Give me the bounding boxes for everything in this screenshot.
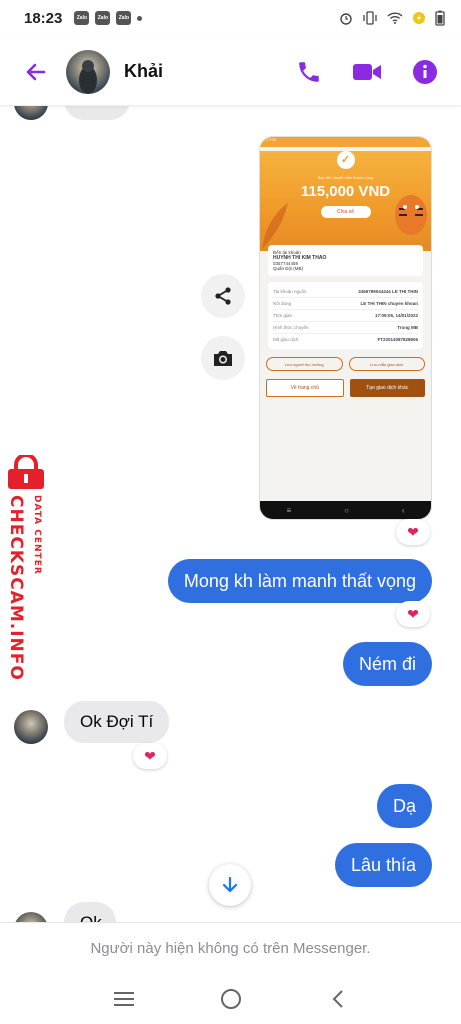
incoming-message-bubble[interactable]: Ok <box>64 902 116 922</box>
receipt-actions: Về trang chủ Tạo giao dịch khác <box>266 379 425 397</box>
menu-icon <box>113 992 134 1006</box>
more-notifications-dot <box>137 15 143 21</box>
zalo-notification-icon: Zalo <box>74 11 90 25</box>
home-circle-icon: ○ <box>344 505 349 515</box>
share-button[interactable] <box>201 274 245 318</box>
info-button[interactable] <box>409 56 441 88</box>
tiger-illustration-icon <box>395 195 427 235</box>
header-actions <box>293 56 441 88</box>
heart-reaction[interactable]: ❤ <box>133 743 167 769</box>
back-button[interactable] <box>14 50 58 94</box>
receipt-status-bar: 17:09 <box>260 137 431 147</box>
arrow-left-icon <box>26 63 46 80</box>
chevron-left-icon <box>332 990 343 1008</box>
status-time: 18:23 <box>24 9 63 27</box>
zalo-notification-icon: Zalo <box>95 11 111 25</box>
home-button[interactable] <box>211 979 251 1019</box>
camera-icon <box>214 351 232 366</box>
receipt-hero: ✓ Bạn đã chuyển tiền thành công 115,000 … <box>260 151 431 251</box>
phone-icon <box>299 61 319 82</box>
detail-row: Nội dung LE THI THIN chuyen khoan <box>273 298 418 310</box>
receipt-save-options: Lưu người thụ hưởng Lưu mẫu giao dịch <box>266 357 425 371</box>
detail-row: Hình thức chuyển Trong MB <box>273 322 418 334</box>
outgoing-message-bubble[interactable]: Lâu thía <box>334 843 432 887</box>
battery-saver-icon <box>413 12 425 24</box>
receipt-recipient-card: Đến tài khoản HUYNH THI KIM THAO 0357744… <box>268 245 423 276</box>
outgoing-message-bubble[interactable]: Mong kh làm manh thất vọng <box>167 559 432 603</box>
detail-row: Tài khoản nguồn 3456789044444 LE THI THIN <box>273 286 418 298</box>
save-template-pill: Lưu mẫu giao dịch <box>348 357 425 371</box>
contact-avatar[interactable] <box>66 49 110 94</box>
incoming-message-bubble[interactable]: Ok Đợi Tí <box>64 701 170 743</box>
zalo-notification-icon: Zalo <box>116 11 132 25</box>
back-chevron-icon: ‹ <box>401 505 405 515</box>
message-list[interactable]: 17:09 ✓ Bạn đã chuyển tiền thành công 11… <box>0 106 461 922</box>
checkscam-watermark: CHECKSCAM.INFO DATA CENTER <box>2 455 50 681</box>
scroll-to-bottom-button[interactable] <box>209 864 251 906</box>
home-circle-icon <box>220 989 241 1009</box>
camera-button[interactable] <box>201 336 245 380</box>
conversation-header: Khải <box>0 38 461 106</box>
unavailable-notice: Người này hiện không có trên Messenger. <box>0 922 461 974</box>
recent-apps-button[interactable] <box>104 979 144 1019</box>
receipt-share-button: Chia sẻ <box>320 206 371 218</box>
watermark-brand: CHECKSCAM.INFO <box>6 495 26 681</box>
vibrate-icon <box>363 11 377 25</box>
status-indicators <box>339 10 445 26</box>
arrow-down-icon <box>222 876 238 893</box>
contact-name[interactable]: Khải <box>124 61 163 82</box>
receipt-subtitle: Bạn đã chuyển tiền thành công <box>317 175 374 180</box>
avatar-image <box>78 59 97 94</box>
heart-reaction[interactable]: ❤ <box>396 601 430 627</box>
status-bar: 18:23 Zalo Zalo Zalo <box>0 0 461 36</box>
contact-avatar-small[interactable] <box>14 710 48 744</box>
outgoing-message-bubble[interactable]: Dạ <box>376 784 432 828</box>
padlock-icon <box>8 455 44 489</box>
battery-icon <box>435 10 445 26</box>
system-back-button[interactable] <box>318 979 358 1019</box>
wifi-icon <box>387 12 403 24</box>
receipt-home-button: Về trang chủ <box>266 379 344 397</box>
menu-icon: ≡ <box>286 505 292 515</box>
receipt-details: Tài khoản nguồn 3456789044444 LE THI THIN… <box>268 282 423 349</box>
detail-row: Mã giao dịch FT22014087828606 <box>273 337 418 342</box>
status-app-icons: Zalo Zalo Zalo <box>74 11 143 25</box>
recipient-bank: Quân Đội (MB) <box>273 266 304 271</box>
info-icon <box>413 59 437 84</box>
outgoing-message-bubble[interactable]: Ném đi <box>342 642 432 686</box>
sent-image-transfer-receipt[interactable]: 17:09 ✓ Bạn đã chuyển tiền thành công 11… <box>259 136 432 520</box>
save-recipient-pill: Lưu người thụ hưởng <box>266 357 343 371</box>
detail-row: Thời gian 17:09:05, 14/01/2022 <box>273 310 418 322</box>
share-icon <box>215 287 231 305</box>
video-camera-icon <box>353 63 381 80</box>
contact-avatar-small[interactable] <box>14 912 48 922</box>
heart-reaction[interactable]: ❤ <box>396 519 430 545</box>
video-call-button[interactable] <box>351 56 383 88</box>
incoming-message-bubble[interactable] <box>64 106 130 120</box>
android-nav-bar <box>0 974 461 1024</box>
voice-call-button[interactable] <box>293 56 325 88</box>
receipt-new-transaction-button: Tạo giao dịch khác <box>349 379 425 397</box>
receipt-nav-bar: ≡ ○ ‹ <box>260 501 431 519</box>
leaf-decoration-icon <box>262 203 288 249</box>
check-icon: ✓ <box>336 151 355 169</box>
alarm-icon <box>340 13 352 25</box>
contact-avatar-small[interactable] <box>14 106 48 120</box>
watermark-tag: DATA CENTER <box>32 495 42 575</box>
